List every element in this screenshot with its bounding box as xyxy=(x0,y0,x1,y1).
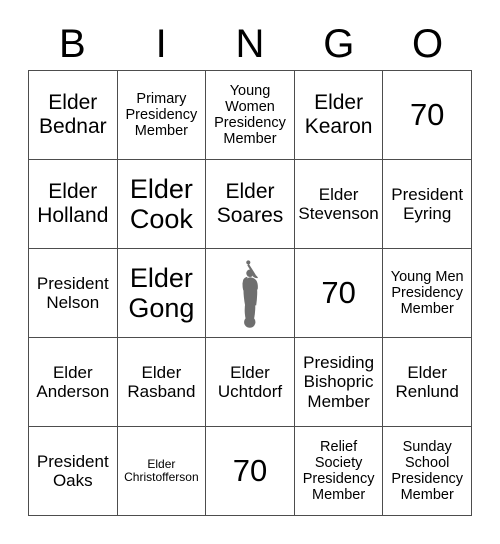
bingo-cell-label: President Eyring xyxy=(391,184,464,223)
bingo-cell-g1[interactable]: Elder Kearon xyxy=(294,71,384,160)
bingo-cell-i5[interactable]: Elder Christofferson xyxy=(117,427,207,516)
bingo-card: B I N G O Elder Bednar Primary Presidenc… xyxy=(0,0,500,544)
bingo-cell-label: Presiding Bishopric Member xyxy=(303,353,375,411)
bingo-cell-n4[interactable]: Elder Uchtdorf xyxy=(206,338,295,427)
bingo-cell-label: Elder Renlund xyxy=(395,362,459,401)
bingo-cell-g4[interactable]: Presiding Bishopric Member xyxy=(294,338,384,427)
bingo-cell-n1[interactable]: Young Women Presidency Member xyxy=(206,71,295,160)
bingo-cell-i4[interactable]: Elder Rasband xyxy=(117,338,207,427)
bingo-cell-label: Elder Stevenson xyxy=(298,184,379,223)
bingo-cell-b3[interactable]: President Nelson xyxy=(29,249,118,338)
bingo-cell-label: Primary Presidency Member xyxy=(125,90,198,140)
bingo-cell-g5[interactable]: Relief Society Presidency Member xyxy=(294,427,384,516)
bingo-cell-o5[interactable]: Sunday School Presidency Member xyxy=(383,427,472,516)
bingo-header-row: B I N G O xyxy=(28,18,472,70)
bingo-cell-o4[interactable]: Elder Renlund xyxy=(383,338,472,427)
bingo-cell-o3[interactable]: Young Men Presidency Member xyxy=(383,249,472,338)
bingo-cell-label: Elder Holland xyxy=(37,180,109,227)
bingo-header-letter-b: B xyxy=(59,22,86,66)
bingo-header-letter-o: O xyxy=(412,22,444,66)
bingo-cell-n5[interactable]: 70 xyxy=(206,427,295,516)
bingo-cell-label: Elder Gong xyxy=(128,262,195,323)
bingo-cell-i1[interactable]: Primary Presidency Member xyxy=(117,71,207,160)
bingo-cell-label: Elder Uchtdorf xyxy=(217,362,283,401)
bingo-cell-label: Young Men Presidency Member xyxy=(390,268,464,318)
bingo-cell-label: Elder Rasband xyxy=(127,362,196,401)
bingo-grid: Elder Bednar Primary Presidency Member Y… xyxy=(28,70,472,516)
bingo-header-letter-i: I xyxy=(155,22,167,66)
bingo-cell-i3[interactable]: Elder Gong xyxy=(117,249,207,338)
bingo-cell-g2[interactable]: Elder Stevenson xyxy=(294,160,384,249)
bingo-header-letter-g: G xyxy=(323,22,355,66)
bingo-cell-b5[interactable]: President Oaks xyxy=(29,427,118,516)
bingo-cell-i2[interactable]: Elder Cook xyxy=(117,160,207,249)
bingo-header-letter-n: N xyxy=(235,22,265,66)
bingo-cell-label: 70 xyxy=(409,96,445,132)
bingo-cell-o2[interactable]: President Eyring xyxy=(383,160,472,249)
bingo-cell-label: Young Women Presidency Member xyxy=(214,82,286,148)
bingo-cell-n2[interactable]: Elder Soares xyxy=(206,160,295,249)
bingo-cell-label: Sunday School Presidency Member xyxy=(391,438,464,504)
bingo-cell-b1[interactable]: Elder Bednar xyxy=(29,71,118,160)
bingo-cell-label: 70 xyxy=(321,274,356,310)
bingo-cell-label: Elder Kearon xyxy=(304,91,373,138)
bingo-cell-label: Elder Bednar xyxy=(38,91,107,138)
bingo-cell-label: Elder Soares xyxy=(216,180,284,227)
bingo-cell-b2[interactable]: Elder Holland xyxy=(29,160,118,249)
bingo-cell-label: 70 xyxy=(232,452,268,488)
bingo-cell-label: President Nelson xyxy=(36,273,109,312)
bingo-cell-o1[interactable]: 70 xyxy=(383,71,472,160)
bingo-cell-label: Elder Cook xyxy=(129,173,193,234)
bingo-cell-label: Elder Christofferson xyxy=(124,456,199,484)
bingo-cell-label: Relief Society Presidency Member xyxy=(302,438,375,504)
bingo-cell-label: Elder Anderson xyxy=(36,362,110,401)
bingo-cell-free-space[interactable] xyxy=(206,249,295,338)
bingo-cell-g3[interactable]: 70 xyxy=(294,249,384,338)
bingo-cell-b4[interactable]: Elder Anderson xyxy=(29,338,118,427)
angel-moroni-statue-icon xyxy=(242,260,259,328)
bingo-cell-label: President Oaks xyxy=(36,451,109,490)
